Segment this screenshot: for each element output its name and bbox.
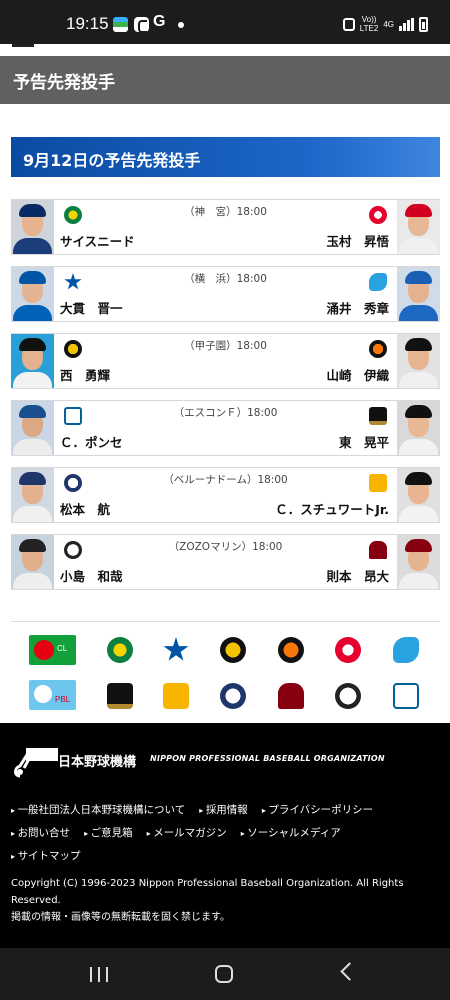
buffaloes-icon — [369, 407, 387, 425]
carp-icon — [369, 206, 387, 224]
tigers-logo-icon[interactable] — [220, 637, 246, 663]
status-time: 19:15 — [66, 14, 109, 33]
status-right: Vo)) LTE2 4G — [342, 14, 428, 34]
fighters-logo-icon[interactable] — [393, 683, 419, 709]
home-pitcher-name[interactable]: 西 勇輝 — [60, 365, 110, 384]
baystars-logo-icon[interactable] — [163, 637, 189, 661]
system-nav-bar — [0, 948, 450, 1000]
date-heading-bar: 9月12日の予告先発投手 — [11, 137, 440, 177]
recent-apps-icon[interactable] — [90, 967, 108, 982]
back-icon[interactable] — [340, 962, 359, 981]
footer-link-newsletter[interactable]: メールマガジン — [147, 822, 227, 845]
title-bar: 予告先発投手 — [0, 56, 450, 104]
giants-logo-icon[interactable] — [278, 637, 304, 663]
away-pitcher-name[interactable]: 東 晃平 — [339, 432, 389, 451]
battery-icon — [419, 16, 428, 32]
section-divider — [11, 621, 440, 622]
footer-link-social[interactable]: ソーシャルメディア — [241, 822, 341, 845]
copyright-text: Copyright (C) 1996-2023 Nippon Professio… — [11, 878, 404, 906]
home-pitcher-name[interactable]: Ｃ．ポンセ — [60, 432, 123, 451]
footer-link-feedback[interactable]: ご意見箱 — [84, 822, 133, 845]
away-pitcher-photo — [397, 535, 440, 589]
page-title: 予告先発投手 — [13, 73, 115, 93]
buffaloes-logo-icon[interactable] — [107, 683, 133, 709]
away-pitcher-name[interactable]: 玉村 昇悟 — [326, 231, 389, 250]
team-logo-grid: CL PBL — [0, 630, 450, 720]
marines-logo-icon[interactable] — [335, 683, 361, 709]
footer-link-about[interactable]: 一般社団法人日本野球機構について — [11, 799, 186, 822]
home-pitcher-name[interactable]: サイスニード — [60, 231, 135, 250]
hawks-icon — [369, 474, 387, 492]
home-pitcher-name[interactable]: 大貫 晋一 — [60, 298, 123, 317]
app-notification-icon-2 — [134, 17, 149, 33]
game-row[interactable]: （ベルーナドーム）18:00 松本 航 Ｃ．スチュワートJr. — [11, 467, 440, 523]
game-list: （神 宮）18:00 サイスニード 玉村 昇悟 （横 浜）18:00 大貫 晋一… — [11, 199, 440, 601]
away-pitcher-photo — [397, 200, 440, 254]
network-label: Vo)) LTE2 — [359, 15, 379, 33]
away-pitcher-name[interactable]: Ｃ．スチュワートJr. — [275, 499, 389, 518]
pacific-league-logo[interactable]: PBL — [29, 680, 76, 710]
site-footer: 日本野球機構 NIPPON PROFESSIONAL BASEBALL ORGA… — [0, 723, 450, 948]
away-pitcher-photo — [397, 334, 440, 388]
date-heading: 9月12日の予告先発投手 — [23, 151, 201, 170]
home-pitcher-name[interactable]: 松本 航 — [60, 499, 110, 518]
copyright-block: Copyright (C) 1996-2023 Nippon Professio… — [11, 875, 431, 926]
more-notifications-dot — [178, 22, 184, 28]
away-pitcher-photo — [397, 401, 440, 455]
eagles-logo-icon[interactable] — [278, 683, 304, 709]
signal-icon — [399, 17, 414, 31]
footer-link-recruit[interactable]: 採用情報 — [199, 799, 248, 822]
game-row[interactable]: （ZOZOマリン）18:00 小島 和哉 則本 昂大 — [11, 534, 440, 590]
away-pitcher-name[interactable]: 山崎 伊織 — [326, 365, 389, 384]
dragons-icon — [369, 273, 387, 291]
hawks-logo-icon[interactable] — [163, 683, 189, 709]
footer-link-contact[interactable]: お問い合せ — [11, 822, 71, 845]
reprint-notice: 掲載の情報・画像等の無断転載を固く禁じます。 — [11, 912, 230, 923]
app-notification-icon — [113, 17, 128, 32]
game-row[interactable]: （エスコンＦ）18:00 Ｃ．ポンセ 東 晃平 — [11, 400, 440, 456]
home-icon[interactable] — [215, 965, 233, 983]
footer-link-privacy[interactable]: プライバシーポリシー — [262, 799, 373, 822]
game-row[interactable]: （甲子園）18:00 西 勇輝 山崎 伊織 — [11, 333, 440, 389]
header-edge — [0, 44, 450, 56]
swallows-logo-icon[interactable] — [107, 637, 133, 663]
menu-icon-edge[interactable] — [12, 44, 34, 47]
game-row[interactable]: （横 浜）18:00 大貫 晋一 涌井 秀章 — [11, 266, 440, 322]
central-league-logo[interactable]: CL — [29, 635, 76, 665]
npb-logo-icon[interactable] — [12, 746, 58, 778]
game-row[interactable]: （神 宮）18:00 サイスニード 玉村 昇悟 — [11, 199, 440, 255]
network-type: 4G — [383, 19, 394, 29]
dragons-logo-icon[interactable] — [393, 637, 419, 663]
org-name-en: NIPPON PROFESSIONAL BASEBALL ORGANIZATIO… — [150, 754, 385, 763]
giants-icon — [369, 340, 387, 358]
org-name-ja: 日本野球機構 — [58, 755, 137, 770]
lions-logo-icon[interactable] — [220, 683, 246, 709]
away-pitcher-name[interactable]: 則本 昂大 — [326, 566, 389, 585]
eagles-icon — [369, 541, 387, 559]
away-pitcher-photo — [397, 267, 440, 321]
carp-logo-icon[interactable] — [335, 637, 361, 663]
away-pitcher-photo — [397, 468, 440, 522]
home-pitcher-name[interactable]: 小島 和哉 — [60, 566, 123, 585]
google-icon: G — [153, 13, 166, 30]
alarm-icon — [342, 17, 355, 31]
status-bar: 19:15 G Vo)) LTE2 4G — [0, 0, 450, 44]
footer-links: 一般社団法人日本野球機構について 採用情報 プライバシーポリシー お問い合せ ご… — [11, 799, 441, 868]
away-pitcher-name[interactable]: 涌井 秀章 — [326, 298, 389, 317]
footer-link-sitemap[interactable]: サイトマップ — [11, 845, 81, 868]
